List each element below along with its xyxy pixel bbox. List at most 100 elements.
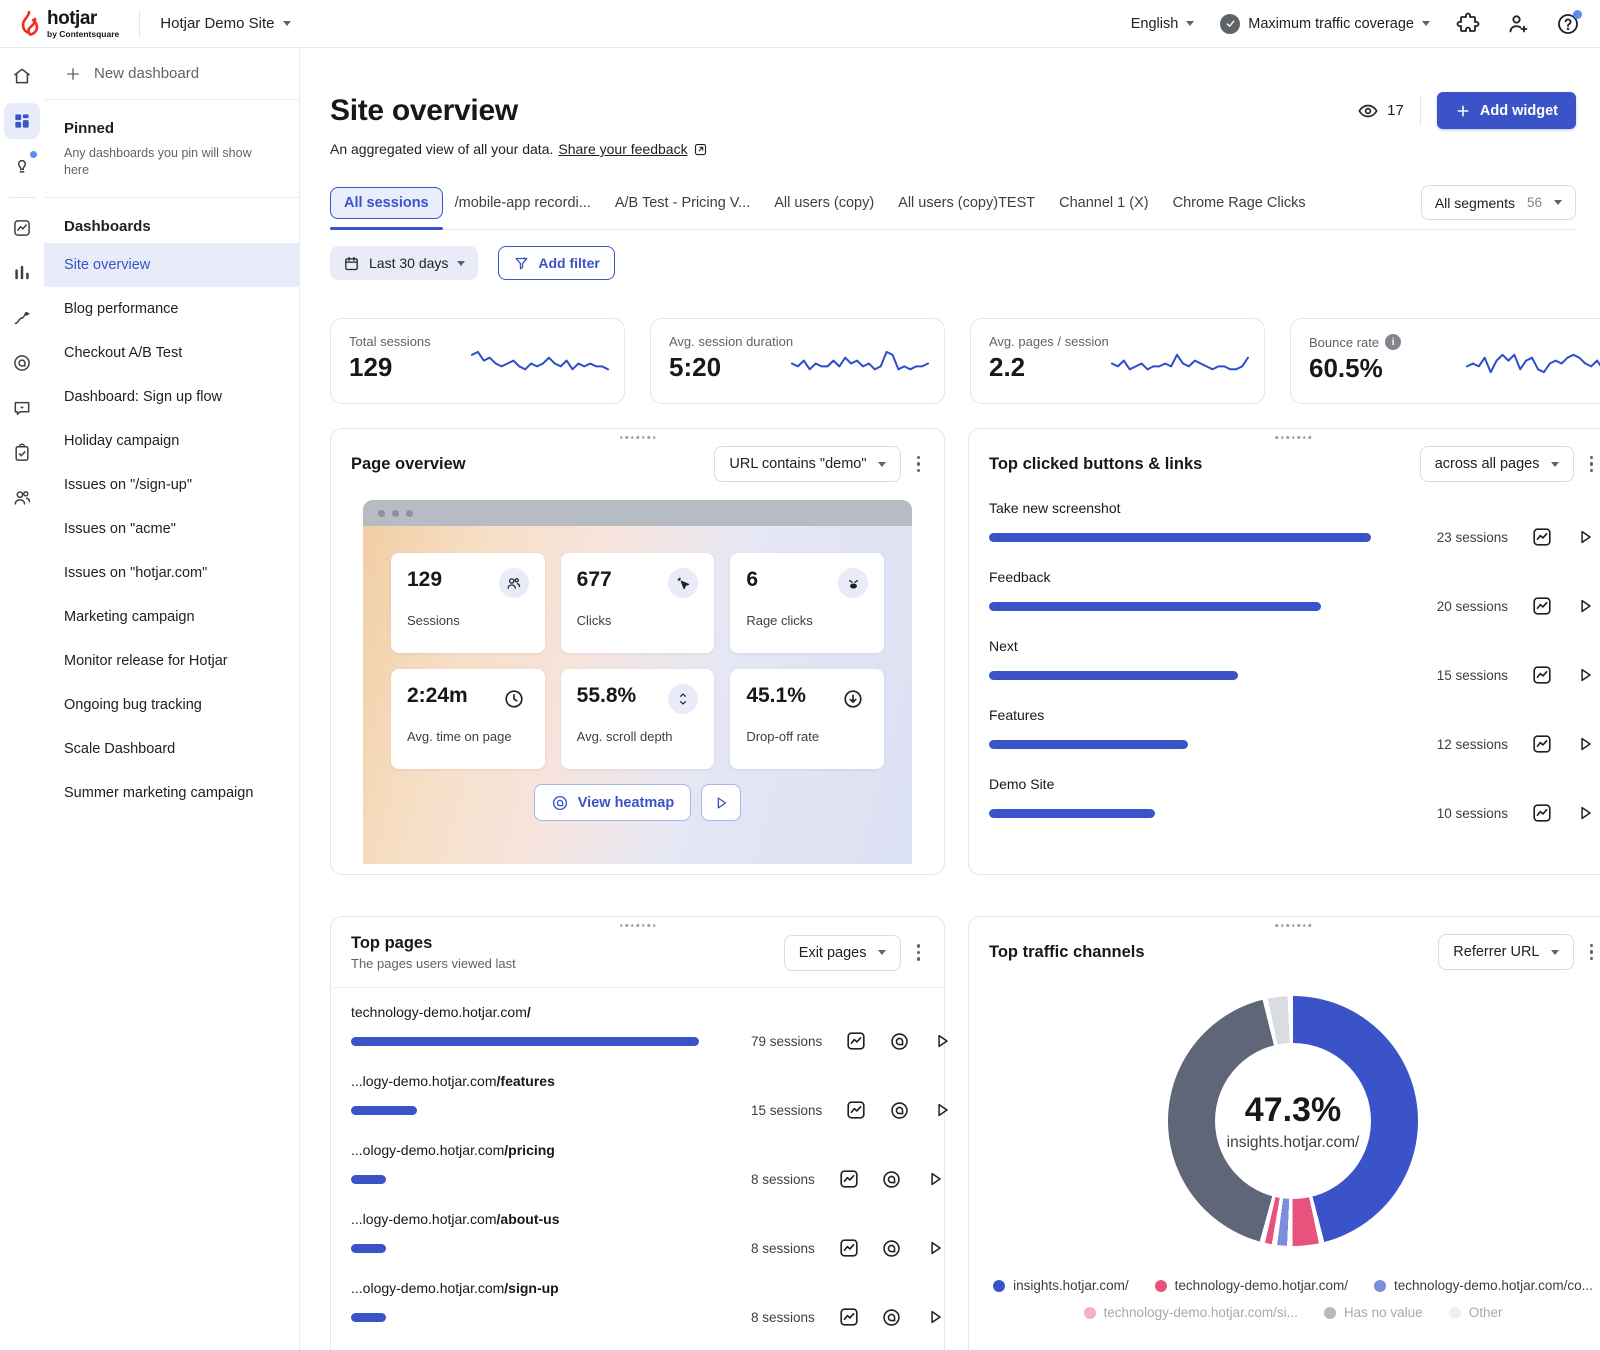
play-recordings-button[interactable] [923, 1305, 947, 1329]
play-recordings-button[interactable] [1573, 525, 1597, 549]
drag-handle[interactable] [620, 436, 656, 439]
help-button[interactable] [1556, 12, 1580, 36]
sidebar-item-marketing-campaign[interactable]: Marketing campaign [44, 595, 299, 639]
view-trend-button[interactable] [844, 1029, 868, 1053]
list-item: ...ology-demo.hotjar.com/sign-up 8 sessi… [351, 1280, 924, 1329]
new-dashboard-button[interactable]: New dashboard [44, 48, 299, 100]
heatmap-icon [12, 353, 32, 373]
legend-item[interactable]: Other [1449, 1305, 1503, 1320]
play-recording-button[interactable] [701, 784, 741, 821]
site-selector-dropdown[interactable]: Hotjar Demo Site [160, 15, 291, 32]
legend-item[interactable]: Has no value [1324, 1305, 1423, 1320]
tab-mobile-app-recordings[interactable]: /mobile-app recordi... [443, 187, 603, 219]
top-pages-filter-dropdown[interactable]: Exit pages [784, 935, 901, 971]
rail-heatmaps-button[interactable] [4, 345, 40, 381]
play-recordings-button[interactable] [1573, 732, 1597, 756]
rail-funnels-button[interactable] [4, 255, 40, 291]
view-trend-button[interactable] [1530, 594, 1554, 618]
view-heatmap-button[interactable] [880, 1167, 904, 1191]
sidebar-item-signup-flow[interactable]: Dashboard: Sign up flow [44, 375, 299, 419]
sidebar-item-site-overview[interactable]: Site overview [44, 243, 299, 287]
view-trend-button[interactable] [1530, 732, 1554, 756]
drag-handle[interactable] [1275, 436, 1311, 439]
sidebar-item-issues-hotjar[interactable]: Issues on "hotjar.com" [44, 551, 299, 595]
drag-handle[interactable] [620, 924, 656, 927]
hotjar-logo[interactable]: hotjar by Contentsquare [20, 9, 119, 39]
widget-menu-button[interactable] [1586, 450, 1598, 479]
scroll-depth-icon [675, 691, 691, 707]
view-trend-button[interactable] [1530, 663, 1554, 687]
sidebar-item-monitor-release[interactable]: Monitor release for Hotjar [44, 639, 299, 683]
view-trend-button[interactable] [837, 1167, 861, 1191]
rail-interviews-button[interactable] [4, 480, 40, 516]
language-dropdown[interactable]: English [1131, 16, 1195, 32]
info-icon[interactable]: i [1385, 334, 1401, 350]
view-trend-button[interactable] [844, 1098, 868, 1122]
page-overview-filter-dropdown[interactable]: URL contains "demo" [714, 446, 900, 482]
top-clicked-filter-dropdown[interactable]: across all pages [1420, 446, 1574, 482]
external-link-icon [693, 142, 708, 157]
play-recordings-button[interactable] [930, 1029, 954, 1053]
list-item: Next 15 sessions [989, 638, 1597, 687]
play-recordings-button[interactable] [1573, 594, 1597, 618]
widget-menu-button[interactable] [1586, 938, 1598, 967]
tab-ab-test-pricing[interactable]: A/B Test - Pricing V... [603, 187, 762, 219]
rail-dashboards-button[interactable] [4, 103, 40, 139]
legend-item[interactable]: technology-demo.hotjar.com/ [1155, 1278, 1348, 1293]
sidebar-item-checkout-ab-test[interactable]: Checkout A/B Test [44, 331, 299, 375]
legend-item[interactable]: technology-demo.hotjar.com/co... [1374, 1278, 1593, 1293]
sidebar-item-summer-campaign[interactable]: Summer marketing campaign [44, 771, 299, 815]
view-trend-button[interactable] [837, 1236, 861, 1260]
rail-home-button[interactable] [4, 58, 40, 94]
sidebar-item-issues-acme[interactable]: Issues on "acme" [44, 507, 299, 551]
view-trend-button[interactable] [837, 1305, 861, 1329]
play-recordings-button[interactable] [1573, 663, 1597, 687]
page-title: Site overview [330, 94, 518, 128]
sidebar-item-scale-dashboard[interactable]: Scale Dashboard [44, 727, 299, 771]
view-heatmap-button[interactable] [887, 1029, 911, 1053]
widget-menu-button[interactable] [913, 938, 925, 967]
add-filter-button[interactable]: Add filter [498, 246, 614, 280]
play-recordings-button[interactable] [923, 1167, 947, 1191]
clicked-label: Take new screenshot [989, 500, 1597, 516]
date-range-dropdown[interactable]: Last 30 days [330, 246, 478, 280]
chevron-down-icon [457, 261, 465, 266]
drag-handle[interactable] [1275, 924, 1311, 927]
tab-chrome-rage-clicks[interactable]: Chrome Rage Clicks [1161, 187, 1318, 219]
all-segments-dropdown[interactable]: All segments 56 [1421, 185, 1576, 220]
play-recordings-button[interactable] [930, 1098, 954, 1122]
traffic-coverage-dropdown[interactable]: Maximum traffic coverage [1220, 14, 1430, 34]
view-heatmap-button[interactable]: View heatmap [534, 784, 691, 821]
rail-trends-button[interactable] [4, 210, 40, 246]
play-recordings-button[interactable] [923, 1236, 947, 1260]
play-recordings-button[interactable] [1573, 801, 1597, 825]
chevron-down-icon [878, 950, 886, 955]
traffic-channels-filter-dropdown[interactable]: Referrer URL [1438, 934, 1573, 970]
share-feedback-link[interactable]: Share your feedback [558, 141, 707, 157]
invite-user-button[interactable] [1506, 12, 1530, 36]
rail-highlights-button[interactable] [4, 148, 40, 184]
sidebar-item-bug-tracking[interactable]: Ongoing bug tracking [44, 683, 299, 727]
sidebar-item-issues-signup[interactable]: Issues on "/sign-up" [44, 463, 299, 507]
tab-all-users-copy-test[interactable]: All users (copy)TEST [886, 187, 1047, 219]
view-trend-button[interactable] [1530, 525, 1554, 549]
view-trend-button[interactable] [1530, 801, 1554, 825]
view-heatmap-button[interactable] [887, 1098, 911, 1122]
view-heatmap-button[interactable] [880, 1305, 904, 1329]
sidebar-item-holiday-campaign[interactable]: Holiday campaign [44, 419, 299, 463]
view-heatmap-button[interactable] [880, 1236, 904, 1260]
tab-all-users-copy[interactable]: All users (copy) [762, 187, 886, 219]
tab-label: Channel 1 (X) [1059, 195, 1148, 211]
rail-journeys-button[interactable] [4, 300, 40, 336]
rail-feedback-button[interactable] [4, 390, 40, 426]
tab-all-sessions[interactable]: All sessions [330, 187, 443, 219]
integrations-button[interactable] [1456, 12, 1480, 36]
tab-channel-1[interactable]: Channel 1 (X) [1047, 187, 1160, 219]
legend-item[interactable]: technology-demo.hotjar.com/si... [1084, 1305, 1298, 1320]
metric-avg-time: 2:24m Avg. time on page [391, 669, 545, 769]
rail-surveys-button[interactable] [4, 435, 40, 471]
sidebar-item-blog-performance[interactable]: Blog performance [44, 287, 299, 331]
add-widget-button[interactable]: Add widget [1437, 92, 1576, 129]
widget-menu-button[interactable] [913, 450, 925, 479]
legend-item[interactable]: insights.hotjar.com/ [993, 1278, 1129, 1293]
